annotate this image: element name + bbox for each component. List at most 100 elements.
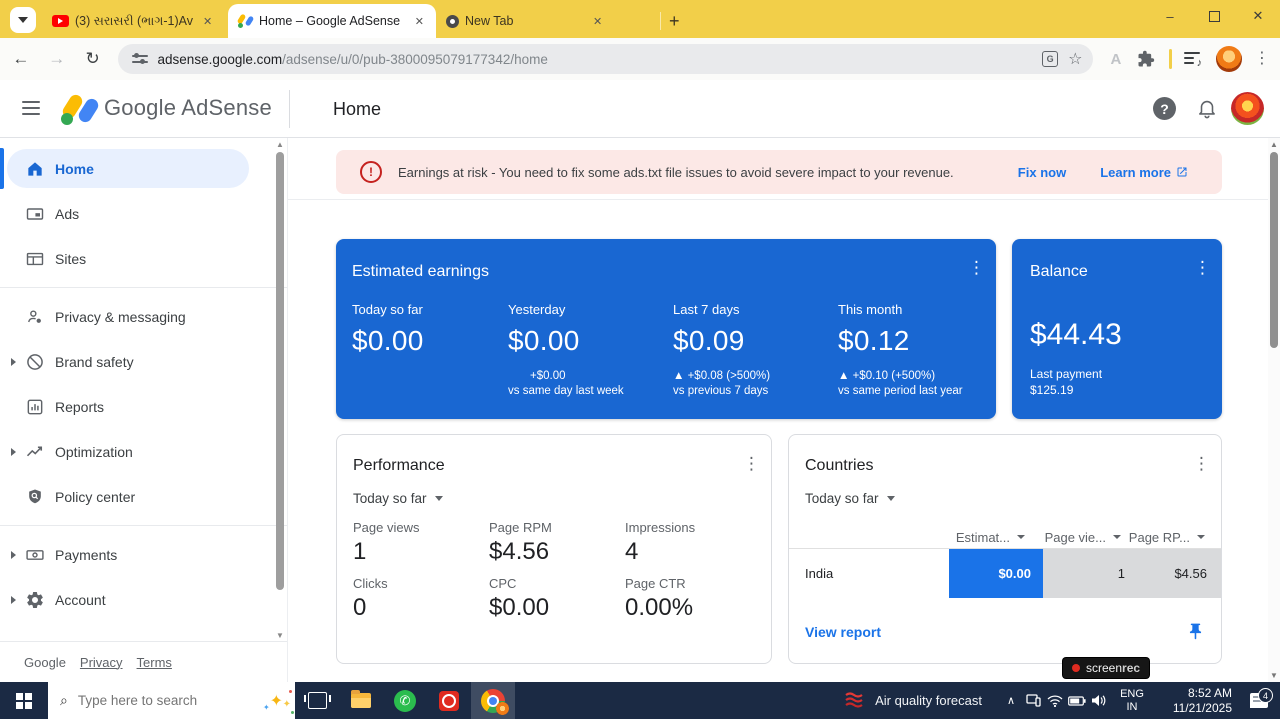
extension-icon[interactable]: A: [1111, 51, 1122, 68]
language-indicator[interactable]: ENG IN: [1114, 688, 1150, 714]
column-header-pageviews[interactable]: Page vie...: [1025, 530, 1121, 545]
terms-link[interactable]: Terms: [137, 655, 172, 670]
tab-new-tab[interactable]: New Tab ✕: [436, 4, 658, 38]
wifi-icon[interactable]: [1044, 695, 1066, 707]
sort-caret-icon: [1113, 535, 1121, 539]
restore-button[interactable]: [1192, 0, 1236, 32]
search-input[interactable]: [76, 692, 261, 709]
tab-search-button[interactable]: [10, 7, 36, 33]
bookmark-star-icon[interactable]: ☆: [1068, 49, 1082, 69]
whatsapp-button[interactable]: ✆: [383, 682, 427, 719]
main-content: ! Earnings at risk - You need to fix som…: [288, 138, 1280, 682]
close-tab-icon[interactable]: ✕: [411, 13, 428, 30]
adsense-logo[interactable]: [58, 92, 98, 126]
card-menu-icon[interactable]: ⋮: [1193, 459, 1207, 468]
warning-icon: !: [360, 161, 382, 183]
account-avatar[interactable]: [1231, 92, 1264, 125]
start-button[interactable]: [0, 682, 48, 719]
close-tab-icon[interactable]: ✕: [199, 13, 216, 30]
date-range-dropdown[interactable]: Today so far: [353, 491, 771, 506]
scroll-down-icon[interactable]: ▼: [275, 631, 285, 640]
column-header-estimated[interactable]: Estimat...: [931, 530, 1025, 545]
action-center-button[interactable]: 4: [1238, 693, 1280, 708]
close-window-button[interactable]: ✕: [1236, 0, 1280, 32]
browser-profile-avatar[interactable]: [1216, 46, 1242, 72]
learn-more-link[interactable]: Learn more: [1100, 165, 1188, 180]
tray-expand-icon[interactable]: ∧: [1000, 694, 1022, 707]
address-bar[interactable]: adsense.google.com/adsense/u/0/pub-38000…: [118, 44, 1093, 74]
help-icon[interactable]: ?: [1153, 97, 1176, 120]
sidebar-item-label: Optimization: [55, 444, 133, 460]
new-tab-button[interactable]: +: [669, 11, 680, 32]
scrollbar-thumb[interactable]: [1270, 152, 1278, 348]
page-scrollbar[interactable]: ▲ ▼: [1268, 138, 1280, 682]
sidebar-item-policy-center[interactable]: Policy center: [0, 474, 287, 519]
metric-delta: ▲ +$0.10 (+500%): [838, 369, 1003, 384]
fix-now-label: Fix now: [1018, 165, 1066, 180]
sidebar-item-label: Payments: [55, 547, 117, 563]
restore-icon: [1209, 11, 1220, 22]
privacy-link[interactable]: Privacy: [80, 655, 123, 670]
taskbar-search[interactable]: ⌕ ✦✦✦: [48, 682, 295, 719]
scrollbar-thumb[interactable]: [276, 152, 284, 590]
browser-menu-icon[interactable]: ⋮: [1254, 51, 1270, 67]
countries-table-header: Estimat... Page vie... Page RP...: [805, 526, 1205, 548]
scroll-down-icon[interactable]: ▼: [1268, 671, 1280, 680]
extensions-puzzle-icon[interactable]: [1137, 50, 1155, 68]
date-range-dropdown[interactable]: Today so far: [805, 491, 1205, 506]
close-tab-icon[interactable]: ✕: [589, 13, 606, 30]
speaker-icon[interactable]: [1088, 694, 1110, 707]
tab-adsense-active[interactable]: Home – Google AdSense ✕: [228, 4, 436, 38]
earnings-at-risk-banner: ! Earnings at risk - You need to fix som…: [336, 150, 1222, 194]
sidebar-item-label: Sites: [55, 251, 86, 267]
sidebar-item-home[interactable]: Home: [0, 146, 287, 191]
sidebar-item-reports[interactable]: Reports: [0, 384, 287, 429]
task-view-button[interactable]: [295, 682, 339, 719]
minimize-button[interactable]: –: [1148, 0, 1192, 32]
chrome-button-active[interactable]: [471, 682, 515, 719]
sidebar-item-sites[interactable]: Sites: [0, 236, 287, 281]
device-icon[interactable]: [1022, 694, 1044, 707]
fix-now-link[interactable]: Fix now: [1018, 165, 1066, 180]
pageviews-cell: 1: [1043, 549, 1139, 598]
payments-icon: [25, 545, 45, 565]
scroll-up-icon[interactable]: ▲: [275, 140, 285, 149]
sidebar-item-brand-safety[interactable]: Brand safety: [0, 339, 287, 384]
expand-caret-icon: [11, 448, 16, 456]
sidebar-item-account[interactable]: Account: [0, 577, 287, 622]
reload-button[interactable]: ↻: [78, 44, 108, 74]
hamburger-menu-icon[interactable]: [22, 101, 40, 115]
card-menu-icon[interactable]: ⋮: [743, 459, 757, 468]
file-explorer-button[interactable]: [339, 682, 383, 719]
column-header-pagerpm[interactable]: Page RP...: [1121, 530, 1205, 545]
sidebar-item-payments[interactable]: Payments: [0, 532, 287, 577]
battery-icon[interactable]: [1066, 696, 1088, 706]
card-menu-icon[interactable]: ⋮: [1194, 263, 1208, 272]
chevron-down-icon: [887, 496, 895, 501]
taskbar-clock[interactable]: 8:52 AM 11/21/2025: [1152, 686, 1232, 716]
browser-tab-strip: (3) સરાસરી (ભાગ-1)Average|સરે ✕ Home – G…: [0, 0, 1280, 38]
copilot-sparkle-icon[interactable]: ✦✦✦: [261, 687, 295, 715]
site-settings-icon[interactable]: [132, 53, 148, 65]
sidebar-item-optimization[interactable]: Optimization: [0, 429, 287, 474]
sidebar-item-ads[interactable]: Ads: [0, 191, 287, 236]
weather-widget[interactable]: Air quality forecast: [843, 682, 1000, 719]
sidebar-scrollbar[interactable]: ▲ ▼: [275, 140, 285, 640]
tab-separator: [660, 12, 661, 30]
sidebar-item-privacy-messaging[interactable]: Privacy & messaging: [0, 294, 287, 339]
card-menu-icon[interactable]: ⋮: [968, 263, 982, 272]
forward-button[interactable]: →: [42, 44, 72, 74]
ads-icon: [25, 204, 45, 224]
scroll-up-icon[interactable]: ▲: [1268, 140, 1280, 149]
translate-icon[interactable]: G: [1042, 51, 1058, 67]
expand-caret-icon: [11, 358, 16, 366]
media-controls-icon[interactable]: ♪: [1184, 52, 1202, 66]
table-row-india[interactable]: India $0.00 1 $4.56: [789, 548, 1221, 598]
pin-icon[interactable]: [1186, 622, 1205, 641]
tab-youtube[interactable]: (3) સરાસરી (ભાગ-1)Average|સરે ✕: [42, 4, 228, 38]
view-report-link[interactable]: View report: [805, 624, 1186, 640]
screenrec-button[interactable]: [427, 682, 471, 719]
notifications-bell-icon[interactable]: [1196, 96, 1218, 120]
learn-more-label: Learn more: [1100, 165, 1171, 180]
back-button[interactable]: ←: [6, 44, 36, 74]
